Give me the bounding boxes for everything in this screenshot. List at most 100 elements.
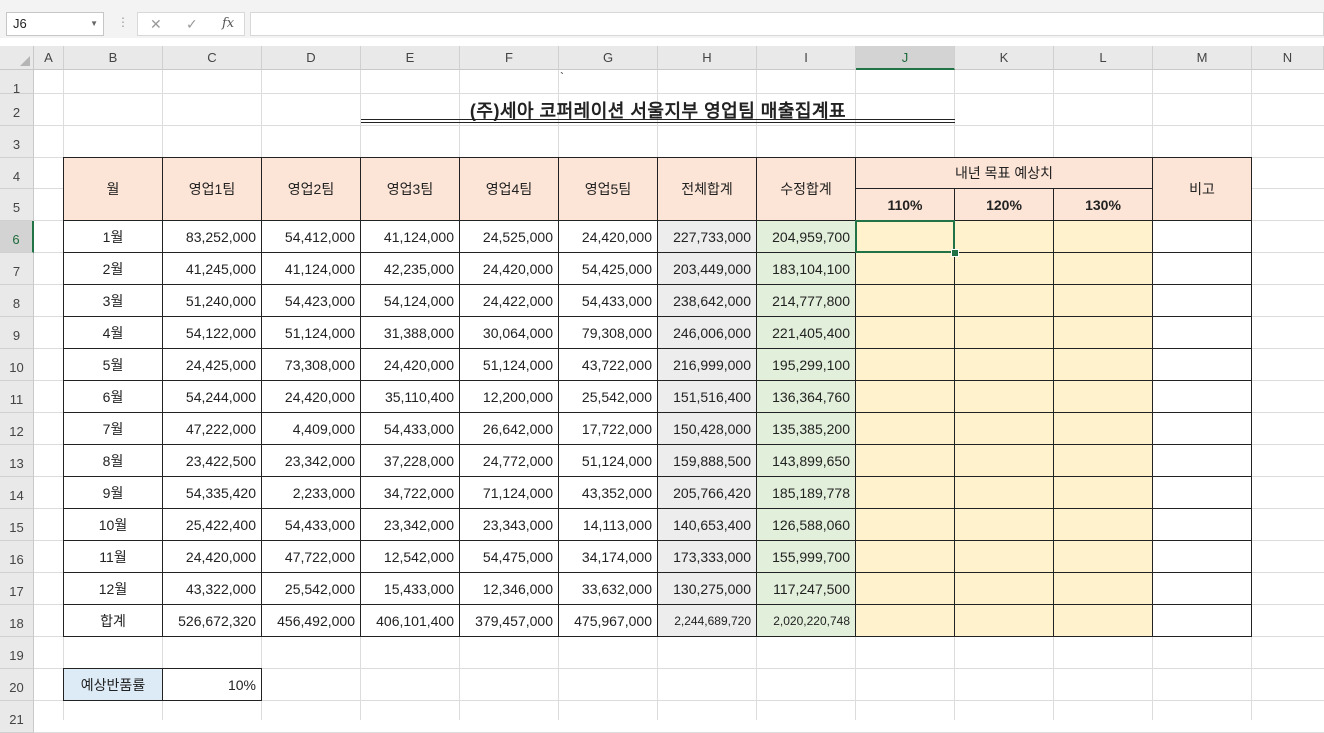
sum-total-cell[interactable]: 2,244,689,720 — [658, 605, 757, 637]
adjusted-total-cell[interactable]: 183,104,100 — [757, 253, 856, 285]
row-header-16[interactable]: 16 — [0, 541, 34, 573]
header-team5[interactable]: 영업5팀 — [559, 158, 658, 221]
target-130-cell[interactable] — [1054, 317, 1153, 349]
note-cell[interactable] — [1153, 349, 1252, 381]
row-header-5[interactable]: 5 — [0, 189, 34, 221]
target-130-cell[interactable] — [1054, 445, 1153, 477]
column-header-j[interactable]: J — [856, 46, 955, 70]
value-cell[interactable]: 79,308,000 — [559, 317, 658, 349]
value-cell[interactable]: 71,124,000 — [460, 477, 559, 509]
note-cell[interactable] — [1153, 413, 1252, 445]
value-cell[interactable]: 25,542,000 — [262, 573, 361, 605]
row-header-4[interactable]: 4 — [0, 158, 34, 189]
month-cell[interactable]: 9월 — [64, 477, 163, 509]
header-team3[interactable]: 영업3팀 — [361, 158, 460, 221]
total-cell[interactable]: 140,653,400 — [658, 509, 757, 541]
sum-note-cell[interactable] — [1153, 605, 1252, 637]
sum-value-cell[interactable]: 526,672,320 — [163, 605, 262, 637]
more-options-icon[interactable]: ⋮ — [117, 15, 129, 29]
sum-adjusted-cell[interactable]: 2,020,220,748 — [757, 605, 856, 637]
enter-icon[interactable]: ✓ — [186, 16, 198, 33]
target-120-cell[interactable] — [955, 573, 1054, 605]
name-box[interactable]: J6 ▼ — [6, 12, 104, 36]
header-adjusted[interactable]: 수정합계 — [757, 158, 856, 221]
month-cell[interactable]: 12월 — [64, 573, 163, 605]
note-cell[interactable] — [1153, 541, 1252, 573]
target-110-cell[interactable] — [856, 541, 955, 573]
row-header-3[interactable]: 3 — [0, 126, 34, 158]
value-cell[interactable]: 24,420,000 — [559, 221, 658, 253]
value-cell[interactable]: 34,174,000 — [559, 541, 658, 573]
row-header-14[interactable]: 14 — [0, 477, 34, 509]
adjusted-total-cell[interactable]: 204,959,700 — [757, 221, 856, 253]
value-cell[interactable]: 23,342,000 — [262, 445, 361, 477]
worksheet-grid[interactable]: A B C D E F G H I J K L M N 1 2 3 4 5 6 7 8 9 10 11 12 13 14 15 16 17 1… — [0, 46, 1324, 733]
column-header-k[interactable]: K — [955, 46, 1054, 70]
return-rate-value[interactable]: 10% — [163, 669, 262, 701]
total-cell[interactable]: 151,516,400 — [658, 381, 757, 413]
column-header-m[interactable]: M — [1153, 46, 1252, 70]
insert-function-icon[interactable]: fx — [222, 16, 234, 31]
header-month[interactable]: 월 — [64, 158, 163, 221]
month-cell[interactable]: 10월 — [64, 509, 163, 541]
note-cell[interactable] — [1153, 477, 1252, 509]
value-cell[interactable]: 14,113,000 — [559, 509, 658, 541]
header-team4[interactable]: 영업4팀 — [460, 158, 559, 221]
target-110-cell[interactable] — [856, 349, 955, 381]
target-110-cell[interactable] — [856, 253, 955, 285]
row-header-8[interactable]: 8 — [0, 285, 34, 317]
column-header-l[interactable]: L — [1054, 46, 1153, 70]
note-cell[interactable] — [1153, 285, 1252, 317]
column-header-e[interactable]: E — [361, 46, 460, 70]
month-cell[interactable]: 3월 — [64, 285, 163, 317]
value-cell[interactable]: 23,343,000 — [460, 509, 559, 541]
month-cell[interactable]: 5월 — [64, 349, 163, 381]
row-header-20[interactable]: 20 — [0, 669, 34, 701]
value-cell[interactable]: 54,423,000 — [262, 285, 361, 317]
column-header-b[interactable]: B — [64, 46, 163, 70]
value-cell[interactable]: 24,772,000 — [460, 445, 559, 477]
total-cell[interactable]: 203,449,000 — [658, 253, 757, 285]
target-110-cell[interactable] — [856, 573, 955, 605]
value-cell[interactable]: 83,252,000 — [163, 221, 262, 253]
value-cell[interactable]: 43,722,000 — [559, 349, 658, 381]
total-cell[interactable]: 205,766,420 — [658, 477, 757, 509]
row-header-18[interactable]: 18 — [0, 605, 34, 637]
sum-value-cell[interactable]: 475,967,000 — [559, 605, 658, 637]
adjusted-total-cell[interactable]: 126,588,060 — [757, 509, 856, 541]
value-cell[interactable]: 24,422,000 — [460, 285, 559, 317]
row-header-11[interactable]: 11 — [0, 381, 34, 413]
target-120-cell[interactable] — [955, 349, 1054, 381]
total-cell[interactable]: 173,333,000 — [658, 541, 757, 573]
value-cell[interactable]: 54,412,000 — [262, 221, 361, 253]
target-120-cell[interactable] — [955, 445, 1054, 477]
value-cell[interactable]: 34,722,000 — [361, 477, 460, 509]
total-cell[interactable]: 246,006,000 — [658, 317, 757, 349]
value-cell[interactable]: 24,420,000 — [163, 541, 262, 573]
header-110-percent[interactable]: 110% — [856, 189, 955, 221]
column-header-c[interactable]: C — [163, 46, 262, 70]
value-cell[interactable]: 24,420,000 — [262, 381, 361, 413]
adjusted-total-cell[interactable]: 195,299,100 — [757, 349, 856, 381]
row-header-19[interactable]: 19 — [0, 637, 34, 669]
value-cell[interactable]: 54,433,000 — [361, 413, 460, 445]
formula-input[interactable] — [250, 12, 1324, 36]
total-cell[interactable]: 150,428,000 — [658, 413, 757, 445]
value-cell[interactable]: 43,352,000 — [559, 477, 658, 509]
note-cell[interactable] — [1153, 317, 1252, 349]
row-header-7[interactable]: 7 — [0, 253, 34, 285]
value-cell[interactable]: 23,422,500 — [163, 445, 262, 477]
total-cell[interactable]: 130,275,000 — [658, 573, 757, 605]
target-130-cell[interactable] — [1054, 253, 1153, 285]
target-130-cell[interactable] — [1054, 349, 1153, 381]
value-cell[interactable]: 42,235,000 — [361, 253, 460, 285]
total-cell[interactable]: 159,888,500 — [658, 445, 757, 477]
adjusted-total-cell[interactable]: 117,247,500 — [757, 573, 856, 605]
value-cell[interactable]: 23,342,000 — [361, 509, 460, 541]
value-cell[interactable]: 43,322,000 — [163, 573, 262, 605]
value-cell[interactable]: 54,433,000 — [262, 509, 361, 541]
month-cell[interactable]: 11월 — [64, 541, 163, 573]
return-rate-label[interactable]: 예상반품률 — [64, 669, 163, 701]
month-cell[interactable]: 8월 — [64, 445, 163, 477]
value-cell[interactable]: 37,228,000 — [361, 445, 460, 477]
